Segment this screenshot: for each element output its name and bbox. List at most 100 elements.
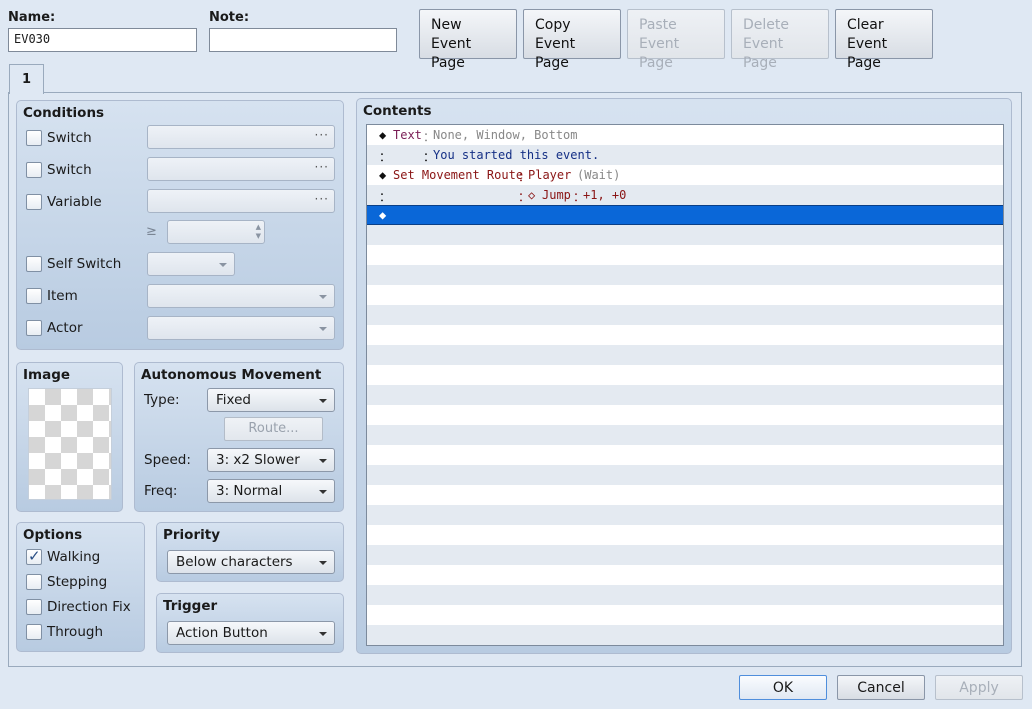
type-label: Type: [144, 392, 180, 408]
chevron-down-icon [319, 490, 327, 494]
paste-event-page-line2: Event Page [639, 36, 680, 71]
direction-fix-checkbox[interactable] [26, 599, 42, 615]
switch2-checkbox[interactable] [26, 162, 42, 178]
options-title: Options [23, 527, 83, 543]
name-input[interactable]: EV030 [8, 28, 197, 52]
self-switch-dropdown[interactable] [147, 252, 235, 276]
freq-label: Freq: [144, 483, 178, 499]
walking-label: Walking [47, 549, 101, 565]
command-row[interactable]: ◆ Set Movement Route： Player (Wait) [367, 165, 1003, 185]
through-checkbox[interactable] [26, 624, 42, 640]
chevron-down-icon [319, 632, 327, 636]
ellipsis-icon: ··· [314, 128, 329, 142]
conditions-title: Conditions [23, 105, 105, 121]
route-target: Player [528, 168, 572, 182]
type-dropdown[interactable]: Fixed [207, 388, 335, 412]
copy-event-page-line1: Copy [535, 17, 571, 33]
checkmark-icon: ✓ [28, 547, 41, 565]
self-switch-label: Self Switch [47, 256, 122, 272]
command-args: None, Window, Bottom [433, 128, 578, 142]
switch2-field[interactable]: ··· [147, 157, 335, 181]
cancel-button[interactable]: Cancel [837, 675, 925, 700]
delete-event-page-button[interactable]: Delete Event Page [731, 9, 829, 71]
diamond-icon: ◆ [379, 128, 387, 142]
command-row[interactable]: ：： You started this event. [367, 145, 1003, 165]
copy-event-page-line2: Event Page [535, 36, 576, 71]
image-title: Image [23, 367, 71, 383]
speed-value: 3: x2 Slower [216, 452, 300, 468]
priority-title: Priority [163, 527, 220, 543]
direction-fix-label: Direction Fix [47, 599, 131, 615]
spin-down-icon[interactable]: ▼ [256, 233, 261, 240]
route-command-name: Jump [542, 188, 571, 202]
actor-checkbox[interactable] [26, 320, 42, 336]
command-name: Set Movement Route [393, 168, 524, 182]
type-value: Fixed [216, 392, 251, 408]
walking-checkbox[interactable]: ✓ [26, 547, 42, 565]
chevron-down-icon [319, 327, 327, 331]
item-dropdown[interactable] [147, 284, 335, 308]
command-name: Text [393, 128, 422, 142]
priority-dropdown[interactable]: Below characters [167, 550, 335, 574]
stepping-checkbox[interactable] [26, 574, 42, 590]
geq-symbol: ≥ [146, 224, 157, 239]
chevron-down-icon [319, 561, 327, 565]
switch1-checkbox[interactable] [26, 130, 42, 146]
new-event-page-line2: Event Page [431, 36, 472, 71]
ellipsis-icon: ··· [314, 160, 329, 174]
switch2-label: Switch [47, 162, 92, 178]
freq-value: 3: Normal [216, 483, 283, 499]
delete-event-page-line2: Event Page [743, 36, 784, 71]
variable-label: Variable [47, 194, 102, 210]
trigger-dropdown[interactable]: Action Button [167, 621, 335, 645]
chevron-down-icon [219, 263, 227, 267]
new-event-page-button[interactable]: New Event Page [419, 9, 517, 71]
paste-event-page-line1: Paste [639, 17, 677, 33]
contents-title: Contents [363, 103, 432, 119]
item-label: Item [47, 288, 78, 304]
clear-event-page-button[interactable]: Clear Event Page [835, 9, 933, 71]
paste-event-page-button[interactable]: Paste Event Page [627, 9, 725, 71]
through-label: Through [47, 624, 103, 640]
variable-value-spinner[interactable]: ▲ ▼ [167, 220, 265, 244]
event-command-list[interactable]: ◆ Text ： None, Window, Bottom ：： You started… [366, 124, 1004, 646]
spin-up-icon[interactable]: ▲ [256, 224, 261, 231]
route-button[interactable]: Route... [224, 417, 323, 441]
hollow-diamond-icon: ◇ [528, 188, 536, 202]
actor-dropdown[interactable] [147, 316, 335, 340]
switch1-label: Switch [47, 130, 92, 146]
name-label: Name: [8, 10, 56, 25]
ellipsis-icon: ··· [314, 192, 329, 206]
route-wait: (Wait) [577, 168, 621, 182]
copy-event-page-button[interactable]: Copy Event Page [523, 9, 621, 71]
new-event-page-line1: New [431, 17, 462, 33]
image-preview[interactable] [28, 388, 112, 500]
actor-label: Actor [47, 320, 83, 336]
clear-event-page-line2: Event Page [847, 36, 888, 71]
message-text: You started this event. [433, 148, 600, 162]
clear-event-page-line1: Clear [847, 17, 884, 33]
command-row[interactable]: ◆ Text： None, Window, Bottom [367, 125, 1003, 145]
variable-checkbox[interactable] [26, 194, 42, 210]
trigger-value: Action Button [176, 625, 268, 641]
note-input[interactable] [209, 28, 397, 52]
diamond-icon: ◆ [379, 208, 387, 222]
continuation-marker: ： [379, 190, 392, 204]
command-row-selected[interactable]: ◆ [367, 205, 1003, 225]
freq-dropdown[interactable]: 3: Normal [207, 479, 335, 503]
switch1-field[interactable]: ··· [147, 125, 335, 149]
self-switch-checkbox[interactable] [26, 256, 42, 272]
note-label: Note: [209, 10, 250, 25]
ok-button[interactable]: OK [739, 675, 827, 700]
priority-value: Below characters [176, 554, 293, 570]
autonomous-movement-title: Autonomous Movement [141, 367, 322, 383]
item-checkbox[interactable] [26, 288, 42, 304]
delete-event-page-line1: Delete [743, 17, 789, 33]
diamond-icon: ◆ [379, 168, 387, 182]
tab-page-1[interactable]: 1 [9, 64, 44, 94]
apply-button[interactable]: Apply [935, 675, 1023, 700]
command-row[interactable]: ：： ◇ Jump： +1, +0 [367, 185, 1003, 205]
speed-dropdown[interactable]: 3: x2 Slower [207, 448, 335, 472]
variable-field[interactable]: ··· [147, 189, 335, 213]
chevron-down-icon [319, 399, 327, 403]
